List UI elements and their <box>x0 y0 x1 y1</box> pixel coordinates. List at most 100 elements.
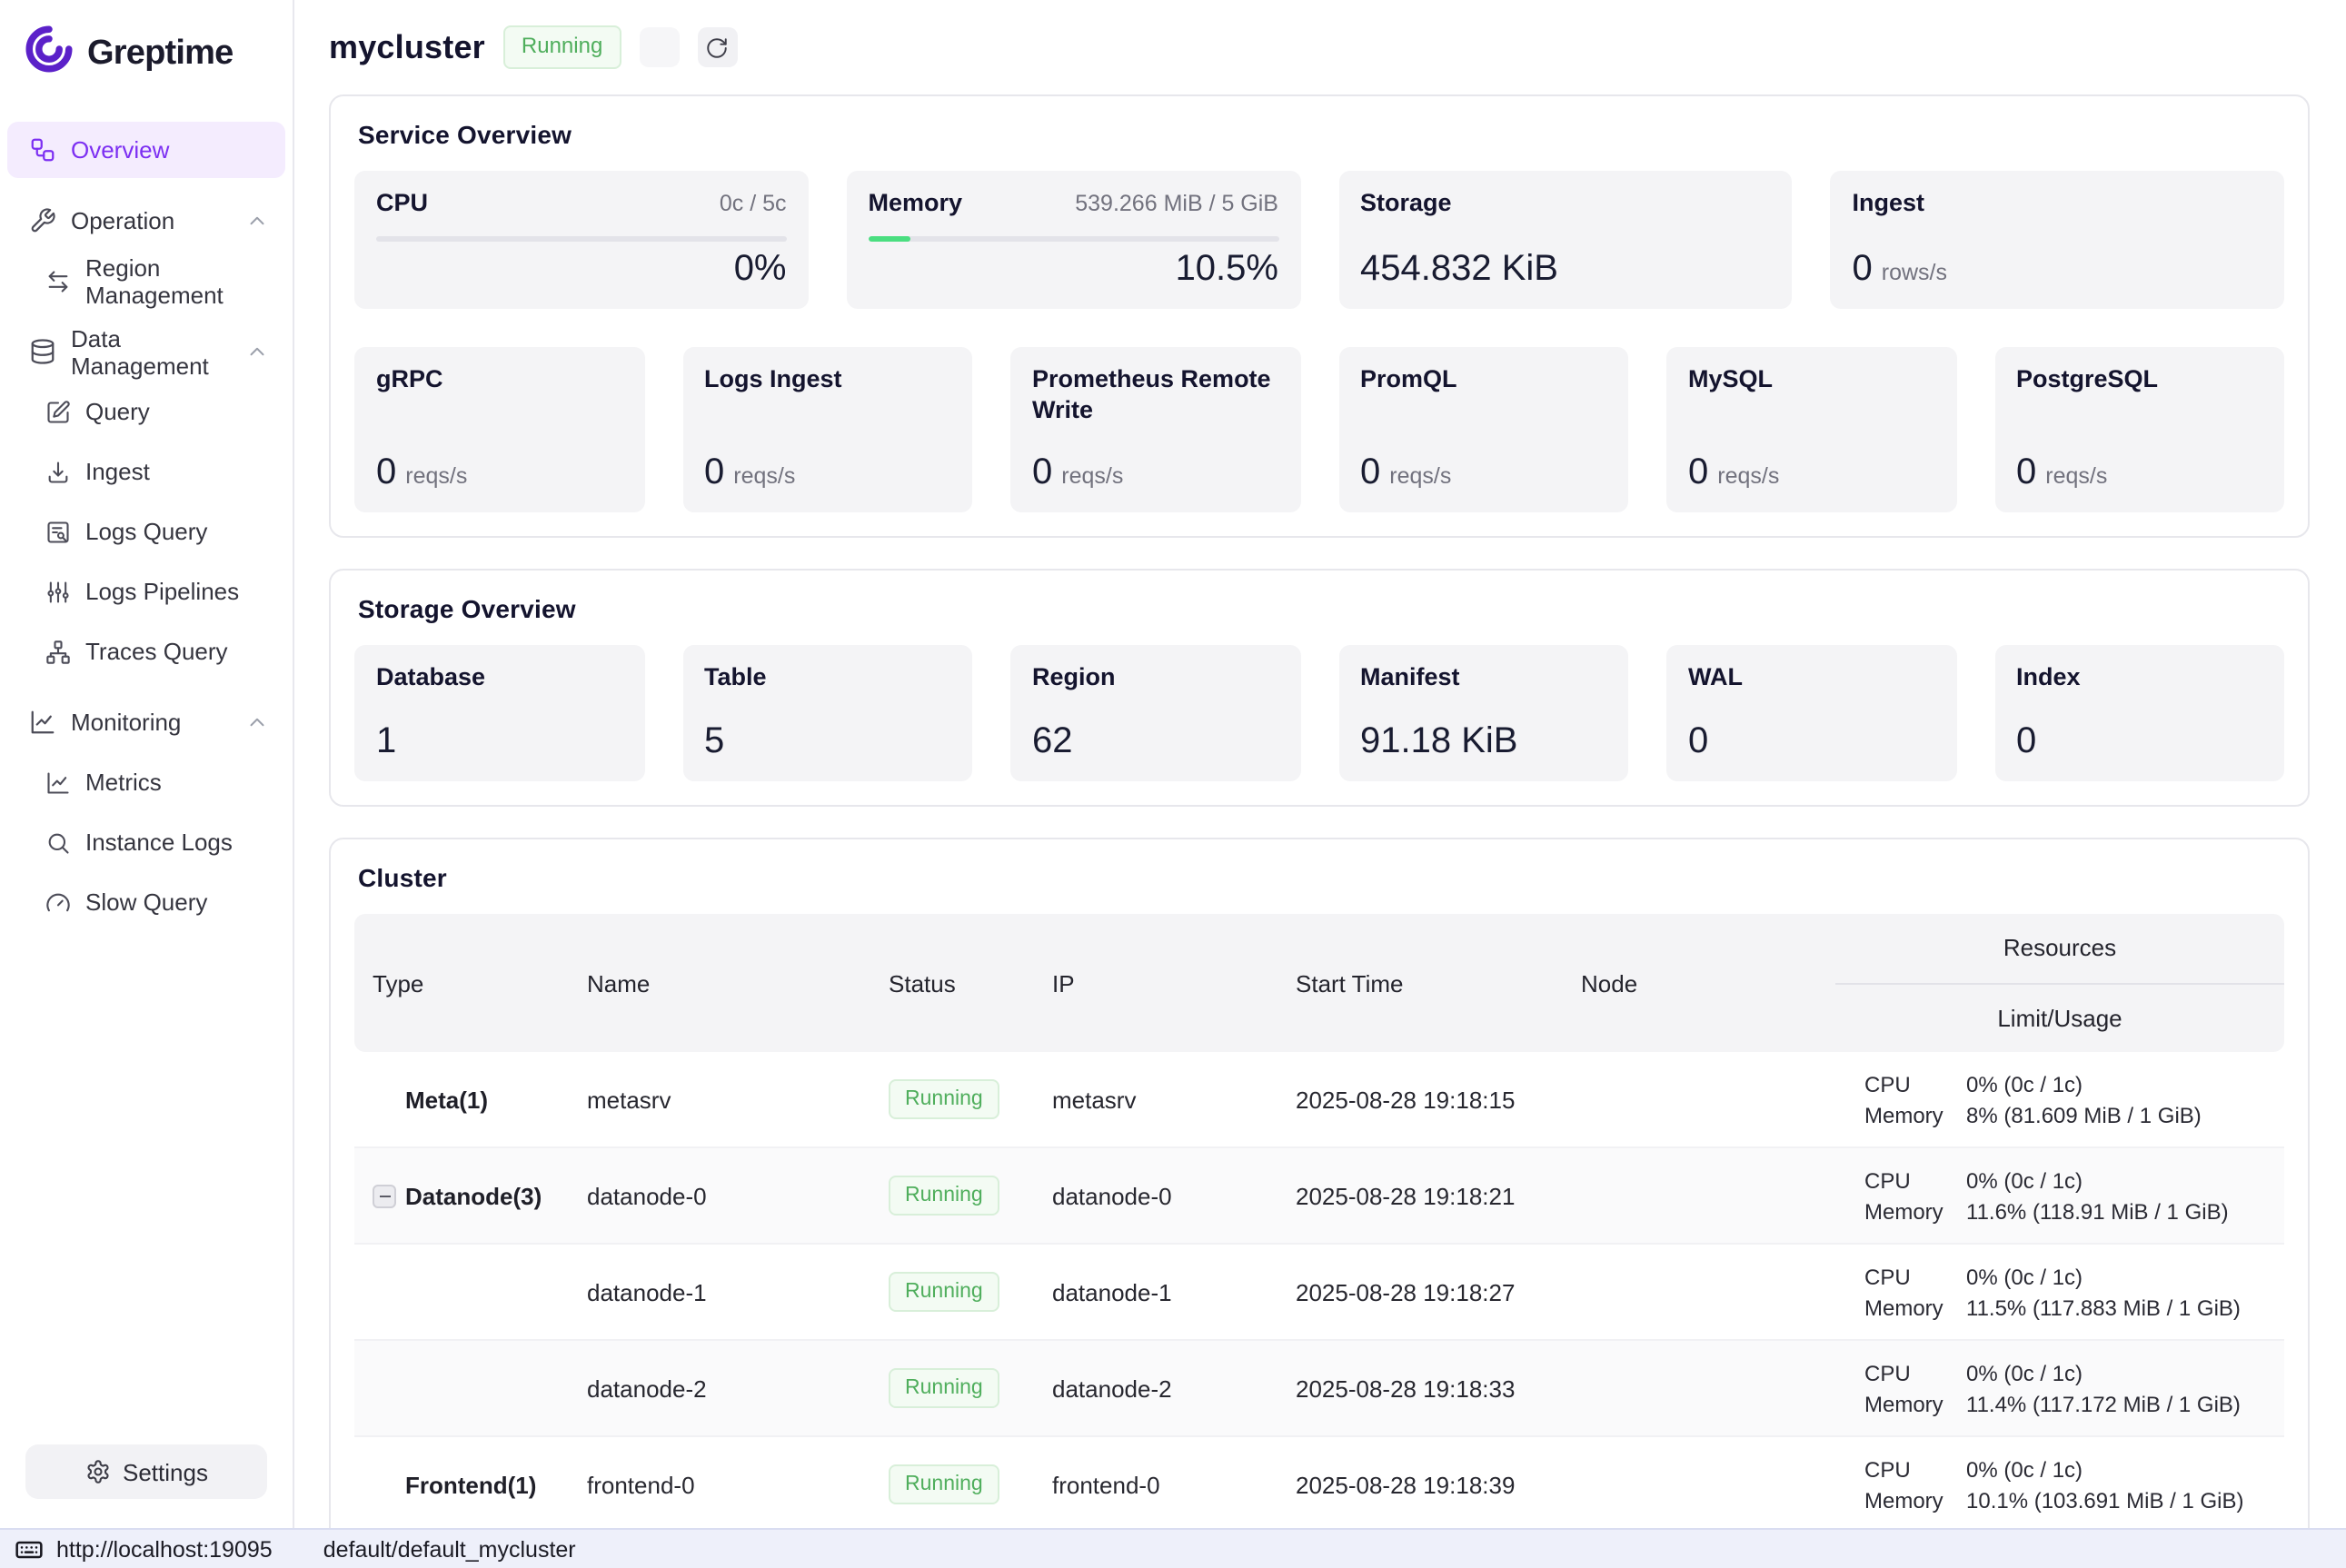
cell-name: metasrv <box>569 1075 870 1124</box>
sidebar-item-metrics[interactable]: Metrics <box>7 754 285 810</box>
square-pen-icon <box>45 399 71 424</box>
metric-unit: reqs/s <box>1389 463 1451 489</box>
metric-detail: 0c / 5c <box>720 191 787 216</box>
sidebar-section-operation[interactable]: Operation <box>7 193 285 249</box>
sidebar-item-traces-query[interactable]: Traces Query <box>7 623 285 680</box>
cell-ip: frontend-0 <box>1034 1460 1277 1509</box>
metric-label: Region <box>1032 663 1278 694</box>
sidebar-item-label: Instance Logs <box>85 829 233 856</box>
metric-unit: reqs/s <box>405 463 467 489</box>
chart-line-icon <box>29 709 56 736</box>
sidebar-item-instance-logs[interactable]: Instance Logs <box>7 814 285 870</box>
cell-status: Running <box>870 1356 1034 1419</box>
resource-label: Memory <box>1864 1198 1966 1224</box>
resource-value: 11.5% (117.883 MiB / 1 GiB) <box>1966 1295 2273 1320</box>
sidebar-item-label: Metrics <box>85 769 162 796</box>
sidebar-section-data-management[interactable]: Data Management <box>7 323 285 380</box>
sidebar-item-ingest[interactable]: Ingest <box>7 443 285 500</box>
cell-node <box>1563 1088 1835 1110</box>
metric-value: 0 <box>376 452 396 494</box>
cell-type: Meta(1) <box>354 1075 569 1124</box>
sidebar-item-logs-pipelines[interactable]: Logs Pipelines <box>7 563 285 620</box>
metric-unit: reqs/s <box>1717 463 1779 489</box>
memory-tile: Memory 539.266 MiB / 5 GiB 10.5% <box>847 171 1301 309</box>
metric-value: 0 <box>1688 721 1934 763</box>
metric-unit: reqs/s <box>733 463 795 489</box>
cell-resources: CPU0% (0c / 1c) Memory11.4% (117.172 MiB… <box>1835 1345 2284 1431</box>
resource-label: Memory <box>1864 1487 1966 1513</box>
cell-ip: datanode-2 <box>1034 1364 1277 1413</box>
brand: Greptime <box>0 0 293 100</box>
cell-node <box>1563 1185 1835 1206</box>
metric-unit: rows/s <box>1882 260 1947 285</box>
sidebar-item-label: Overview <box>71 136 169 164</box>
magnifier-icon <box>45 829 71 855</box>
refresh-button[interactable] <box>697 27 737 67</box>
section-title: Service Overview <box>358 120 2284 149</box>
resource-value: 0% (0c / 1c) <box>1966 1071 2273 1097</box>
arrows-left-right-icon <box>45 268 71 293</box>
sidebar-item-label: Logs Query <box>85 518 207 545</box>
cell-type: Frontend(1) <box>354 1460 569 1509</box>
cell-start-time: 2025-08-28 19:18:15 <box>1277 1075 1563 1124</box>
metric-label: Storage <box>1360 189 1771 220</box>
metric-value: 0 <box>2016 452 2036 494</box>
prometheus-remote-write-rate-tile: Prometheus Remote Write 0reqs/s <box>1010 347 1300 512</box>
pause-button[interactable] <box>639 27 679 67</box>
cluster-status-badge: Running <box>503 25 621 70</box>
cell-resources: CPU0% (0c / 1c) Memory11.6% (118.91 MiB … <box>1835 1153 2284 1238</box>
sidebar-footer: Settings <box>0 1444 293 1528</box>
grpc-rate-tile: gRPC 0reqs/s <box>354 347 644 512</box>
sidebar-item-query[interactable]: Query <box>7 383 285 440</box>
settings-label: Settings <box>123 1458 208 1485</box>
resource-value: 8% (81.609 MiB / 1 GiB) <box>1966 1102 2273 1127</box>
settings-button[interactable]: Settings <box>25 1444 267 1499</box>
metric-value: 0 <box>1032 452 1052 494</box>
chart-line-icon <box>45 769 71 795</box>
sidebar-item-slow-query[interactable]: Slow Query <box>7 874 285 930</box>
metric-label: Table <box>704 663 950 694</box>
resource-label: Memory <box>1864 1391 1966 1416</box>
cpu-progress-bar <box>376 236 787 242</box>
gauge-icon <box>45 889 71 915</box>
cell-status: Running <box>870 1260 1034 1323</box>
ingest-tile: Ingest 0 rows/s <box>1831 171 2285 309</box>
wal-tile: WAL 0 <box>1666 645 1956 781</box>
cell-node <box>1563 1281 1835 1303</box>
cell-type: Datanode(3) <box>354 1171 569 1220</box>
logs-ingest-rate-tile: Logs Ingest 0reqs/s <box>682 347 972 512</box>
metric-unit: reqs/s <box>2045 463 2107 489</box>
sliders-icon <box>45 579 71 604</box>
sidebar-item-logs-query[interactable]: Logs Query <box>7 503 285 560</box>
metric-value: 0 <box>1360 452 1380 494</box>
metric-value: 0 <box>1853 249 1873 291</box>
metric-value: 454.832 KiB <box>1360 249 1771 291</box>
postgresql-rate-tile: PostgreSQL 0reqs/s <box>1994 347 2284 512</box>
refresh-icon <box>705 35 729 59</box>
metric-value: 1 <box>376 721 622 763</box>
cell-name: datanode-1 <box>569 1267 870 1316</box>
manifest-tile: Manifest 91.18 KiB <box>1338 645 1628 781</box>
chevron-up-icon <box>245 340 269 363</box>
limit-usage-subheader: Limit/Usage <box>1835 984 2284 1052</box>
cell-start-time: 2025-08-28 19:18:21 <box>1277 1171 1563 1220</box>
metric-label: MySQL <box>1688 365 1934 396</box>
sidebar-item-overview[interactable]: Overview <box>7 122 285 178</box>
collapse-minus-icon[interactable] <box>373 1184 396 1207</box>
cell-status: Running <box>870 1453 1034 1515</box>
sidebar-item-label: Region Management <box>85 253 269 308</box>
page-header: mycluster Running <box>329 0 2310 94</box>
sidebar-item-region-management[interactable]: Region Management <box>7 253 285 309</box>
cell-name: frontend-0 <box>569 1460 870 1509</box>
cell-type <box>354 1377 569 1399</box>
sidebar-section-monitoring[interactable]: Monitoring <box>7 694 285 750</box>
sidebar-section-label: Data Management <box>71 324 231 379</box>
storage-tile: Storage 454.832 KiB <box>1338 171 1793 309</box>
resource-label: Memory <box>1864 1295 1966 1320</box>
metric-label: CPU <box>376 189 428 220</box>
resource-label: CPU <box>1864 1456 1966 1482</box>
table-row: datanode-1 Running datanode-1 2025-08-28… <box>354 1245 2284 1341</box>
cell-status: Running <box>870 1067 1034 1130</box>
metric-value: 62 <box>1032 721 1278 763</box>
resources-group-header: Resources <box>1835 914 2284 984</box>
